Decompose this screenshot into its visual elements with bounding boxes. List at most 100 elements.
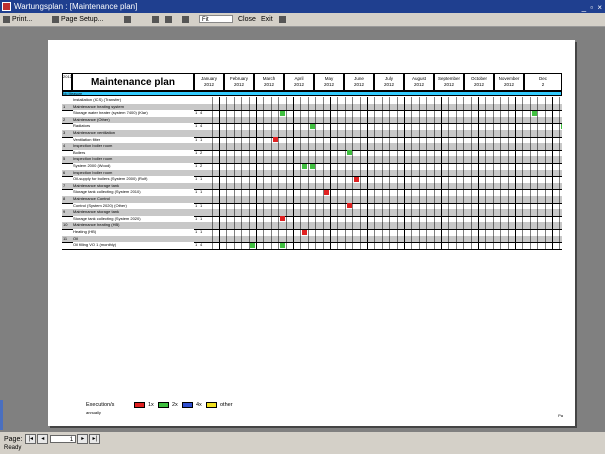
row-label: Maintenance heating system — [73, 103, 194, 110]
row-number: 7 — [63, 182, 66, 188]
row-frequency: 2 — [200, 163, 203, 168]
row-count: 1 — [195, 149, 198, 155]
row-label: Maintenance Control — [73, 196, 194, 202]
row-number: 1 — [63, 103, 66, 109]
row-label: Installation (ICS) (Transfer) — [73, 97, 194, 103]
month-year: 2012 — [263, 82, 274, 87]
legend-swatch — [134, 402, 145, 408]
zoom-button[interactable] — [182, 13, 191, 26]
schedule-mark — [280, 110, 285, 116]
prev-page-button[interactable]: ◂ — [37, 434, 49, 444]
legend-item-label: 2x — [172, 402, 178, 408]
row-number: 11 — [63, 235, 68, 241]
row-label: Maintenance ventilation — [73, 130, 194, 136]
row-count: 1 — [195, 163, 198, 168]
row-frequency: 1 — [200, 215, 203, 221]
legend-swatch — [182, 402, 193, 408]
row-count: 1 — [195, 110, 198, 116]
save-button[interactable] — [165, 13, 174, 26]
month-header: March 2012 — [254, 73, 284, 91]
page-navigation: Page: |◂ ◂ 1 ▸ ▸| — [4, 434, 101, 444]
legend-item-label: 1x — [148, 402, 154, 408]
save-icon — [165, 15, 172, 23]
row-count: 1 — [195, 189, 198, 195]
app-icon — [2, 2, 11, 11]
row-label: Storage tank collecting (System 2010) — [73, 189, 194, 196]
row-label: Boilers — [73, 149, 194, 156]
row-label: Storage tank collecting (System 2020) — [73, 215, 194, 222]
schedule-mark — [302, 163, 308, 169]
side-strip — [0, 400, 3, 430]
row-label: Maintenance heating (HB) — [73, 222, 194, 229]
row-number: 9 — [63, 209, 66, 215]
grid-button[interactable] — [279, 13, 288, 26]
month-header: June 2012 — [344, 73, 374, 91]
last-page-button[interactable]: ▸| — [89, 434, 101, 444]
print-button[interactable]: Print... — [3, 13, 32, 26]
page-number-input[interactable]: 1 — [50, 435, 77, 443]
schedule-mark — [280, 242, 285, 248]
row-count: 1 — [195, 242, 198, 248]
row-number: 10 — [63, 222, 68, 228]
month-year: 2012 — [383, 82, 394, 87]
row-count: 1 — [195, 123, 198, 129]
toolbar: Print... Page Setup... Fit Close Exit — [0, 13, 605, 27]
row-number: 6 — [63, 169, 66, 175]
row-number: 2 — [63, 116, 66, 122]
page-setup-button[interactable]: Page Setup... — [52, 13, 103, 26]
month-header: August 2012 — [404, 73, 434, 91]
month-header: April 2012 — [284, 73, 314, 91]
close-button[interactable]: Close — [238, 13, 256, 26]
month-year: 2012 — [503, 82, 514, 87]
row-label: Radiators — [73, 123, 194, 130]
row-frequency: 1 — [200, 189, 203, 195]
print-label: Print... — [12, 16, 33, 23]
row-number: 4 — [63, 143, 66, 149]
row-number: 8 — [63, 196, 66, 201]
month-header: May 2012 — [314, 73, 344, 91]
month-year: 2012 — [413, 82, 424, 87]
exit-button[interactable]: Exit — [261, 13, 273, 26]
row-frequency: 1 — [200, 176, 203, 182]
row-frequency: 4 — [200, 242, 203, 248]
schedule-mark — [309, 123, 315, 129]
schedule-mark — [302, 229, 308, 235]
row-label: Maintenance storage tank — [73, 182, 194, 189]
row-label: Inspection boiler room — [73, 143, 194, 150]
row-label: Maintenance storage tank — [73, 209, 194, 216]
row-label: Oil filling VO 1 (monthly) — [73, 242, 194, 249]
export-button[interactable] — [152, 13, 161, 26]
row-label: Heating (HB) — [73, 229, 194, 235]
filter-icon — [124, 15, 131, 23]
year-corner: 2012 — [62, 73, 72, 91]
zoom-select[interactable]: Fit — [199, 15, 233, 23]
grid-icon — [279, 15, 286, 23]
row-count: 1 — [195, 215, 198, 221]
month-year: 2012 — [323, 82, 334, 87]
legend-swatch — [206, 402, 217, 408]
row-count: 1 — [195, 136, 198, 142]
row-count: 1 — [195, 202, 198, 208]
month-year: 2012 — [443, 82, 454, 87]
row-label: Ventilation filter — [73, 136, 194, 143]
month-year: 2012 — [233, 82, 244, 87]
row-label: Oil — [73, 235, 194, 242]
page-footer: Pa — [558, 413, 563, 418]
schedule-mark — [280, 216, 285, 222]
schedule-mark — [346, 203, 352, 209]
row-frequency: 4 — [200, 123, 203, 129]
page-label: Page: — [4, 435, 23, 443]
schedule-mark — [250, 242, 256, 248]
month-year: 2012 — [203, 82, 214, 87]
legend-item-label: 4x — [196, 402, 202, 408]
next-page-button[interactable]: ▸ — [77, 434, 89, 444]
status-text: Ready — [4, 445, 22, 451]
printer-icon — [3, 15, 10, 23]
legend-swatch — [158, 402, 169, 408]
table-row: Oil filling VO 1 (monthly) 1 4 — [62, 242, 562, 250]
filter-button[interactable] — [124, 13, 133, 26]
schedule-mark — [354, 176, 359, 182]
first-page-button[interactable]: |◂ — [25, 434, 37, 444]
row-label: Inspection boiler room — [73, 156, 194, 163]
schedule-mark — [324, 189, 330, 195]
